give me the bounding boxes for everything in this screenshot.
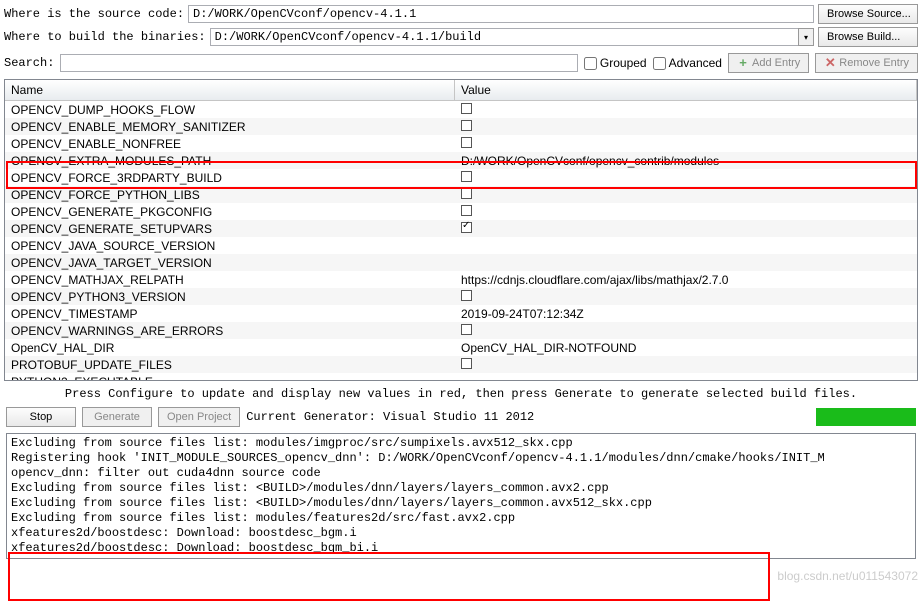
cell-name: OPENCV_FORCE_3RDPARTY_BUILD — [5, 171, 455, 185]
table-row[interactable]: OPENCV_TIMESTAMP2019-09-24T07:12:34Z — [5, 305, 917, 322]
cell-name: OPENCV_WARNINGS_ARE_ERRORS — [5, 324, 455, 338]
cell-value[interactable] — [455, 324, 917, 338]
checkbox-icon[interactable] — [461, 171, 472, 182]
cell-value[interactable] — [455, 103, 917, 117]
table-header: Name Value — [5, 80, 917, 101]
log-output[interactable]: Excluding from source files list: module… — [6, 433, 916, 559]
remove-entry-button[interactable]: ✕Remove Entry — [815, 53, 918, 73]
stop-button[interactable]: Stop — [6, 407, 76, 427]
plus-icon: + — [737, 57, 749, 69]
source-input[interactable] — [188, 5, 814, 23]
cell-value[interactable] — [455, 171, 917, 185]
generate-button[interactable]: Generate — [82, 407, 152, 427]
cell-name: OPENCV_FORCE_PYTHON_LIBS — [5, 188, 455, 202]
table-row[interactable]: OPENCV_PYTHON3_VERSION — [5, 288, 917, 305]
cell-name: OPENCV_EXTRA_MODULES_PATH — [5, 154, 455, 168]
checkbox-icon[interactable] — [461, 137, 472, 148]
checkbox-icon[interactable] — [461, 324, 472, 335]
col-name[interactable]: Name — [5, 80, 455, 100]
cell-name: OPENCV_GENERATE_PKGCONFIG — [5, 205, 455, 219]
highlight-log — [8, 552, 770, 601]
cell-name: OPENCV_PYTHON3_VERSION — [5, 290, 455, 304]
current-generator-label: Current Generator: Visual Studio 11 2012 — [246, 410, 534, 424]
table-row[interactable]: OPENCV_DUMP_HOOKS_FLOW — [5, 101, 917, 118]
cell-value[interactable]: D:/WORK/OpenCVconf/opencv_contrib/module… — [455, 154, 917, 168]
table-row[interactable]: OPENCV_FORCE_3RDPARTY_BUILD — [5, 169, 917, 186]
cell-name: OPENCV_ENABLE_MEMORY_SANITIZER — [5, 120, 455, 134]
table-row[interactable]: OPENCV_ENABLE_NONFREE — [5, 135, 917, 152]
cell-name: OPENCV_DUMP_HOOKS_FLOW — [5, 103, 455, 117]
table-row[interactable]: OPENCV_MATHJAX_RELPATHhttps://cdnjs.clou… — [5, 271, 917, 288]
watermark: blog.csdn.net/u011543072 — [777, 569, 918, 583]
cell-name: OPENCV_JAVA_SOURCE_VERSION — [5, 239, 455, 253]
search-label: Search: — [4, 56, 54, 70]
table-row[interactable]: OPENCV_GENERATE_PKGCONFIG — [5, 203, 917, 220]
cell-value[interactable] — [455, 137, 917, 151]
build-input[interactable] — [210, 28, 814, 46]
cell-value[interactable] — [455, 120, 917, 134]
cell-value[interactable] — [455, 358, 917, 372]
table-row[interactable]: OPENCV_GENERATE_SETUPVARS — [5, 220, 917, 237]
cell-name: OPENCV_ENABLE_NONFREE — [5, 137, 455, 151]
cell-name: OPENCV_TIMESTAMP — [5, 307, 455, 321]
add-entry-button[interactable]: +Add Entry — [728, 53, 809, 73]
cell-name: OPENCV_GENERATE_SETUPVARS — [5, 222, 455, 236]
cell-value[interactable] — [455, 222, 917, 236]
progress-bar — [816, 408, 916, 426]
checkbox-icon[interactable] — [461, 188, 472, 199]
build-label: Where to build the binaries: — [4, 30, 206, 44]
browse-source-button[interactable]: Browse Source... — [818, 4, 918, 24]
cell-name: OPENCV_MATHJAX_RELPATH — [5, 273, 455, 287]
table-row[interactable]: OPENCV_EXTRA_MODULES_PATHD:/WORK/OpenCVc… — [5, 152, 917, 169]
source-label: Where is the source code: — [4, 7, 184, 21]
table-row[interactable]: PROTOBUF_UPDATE_FILES — [5, 356, 917, 373]
cell-value[interactable]: https://cdnjs.cloudflare.com/ajax/libs/m… — [455, 273, 917, 287]
cell-name: OpenCV_HAL_DIR — [5, 341, 455, 355]
table-row[interactable]: OPENCV_FORCE_PYTHON_LIBS — [5, 186, 917, 203]
cell-value[interactable] — [455, 188, 917, 202]
checkbox-icon[interactable] — [461, 103, 472, 114]
hint-text: Press Configure to update and display ne… — [0, 381, 922, 407]
checkbox-icon[interactable] — [461, 222, 472, 233]
col-value[interactable]: Value — [455, 80, 917, 100]
options-table[interactable]: Name Value OPENCV_DUMP_HOOKS_FLOW OPENCV_… — [4, 79, 918, 381]
table-row[interactable]: OPENCV_JAVA_SOURCE_VERSION — [5, 237, 917, 254]
advanced-checkbox[interactable]: Advanced — [653, 56, 722, 70]
table-row[interactable]: OPENCV_JAVA_TARGET_VERSION — [5, 254, 917, 271]
x-icon: ✕ — [824, 57, 836, 69]
search-input[interactable] — [60, 54, 577, 72]
checkbox-icon[interactable] — [461, 358, 472, 369]
table-row[interactable]: OPENCV_ENABLE_MEMORY_SANITIZER — [5, 118, 917, 135]
table-row[interactable]: OpenCV_HAL_DIROpenCV_HAL_DIR-NOTFOUND — [5, 339, 917, 356]
open-project-button[interactable]: Open Project — [158, 407, 240, 427]
cell-value[interactable] — [455, 290, 917, 304]
checkbox-icon[interactable] — [461, 205, 472, 216]
cell-value[interactable]: OpenCV_HAL_DIR-NOTFOUND — [455, 341, 917, 355]
cell-name: PROTOBUF_UPDATE_FILES — [5, 358, 455, 372]
grouped-checkbox[interactable]: Grouped — [584, 56, 647, 70]
cell-name: OPENCV_JAVA_TARGET_VERSION — [5, 256, 455, 270]
table-row[interactable]: OPENCV_WARNINGS_ARE_ERRORS — [5, 322, 917, 339]
cell-value[interactable] — [455, 205, 917, 219]
chevron-down-icon[interactable]: ▾ — [798, 28, 814, 46]
cell-value[interactable]: 2019-09-24T07:12:34Z — [455, 307, 917, 321]
checkbox-icon[interactable] — [461, 120, 472, 131]
checkbox-icon[interactable] — [461, 290, 472, 301]
table-row[interactable]: PYTHON2_EXECUTABLE — [5, 373, 917, 381]
browse-build-button[interactable]: Browse Build... — [818, 27, 918, 47]
